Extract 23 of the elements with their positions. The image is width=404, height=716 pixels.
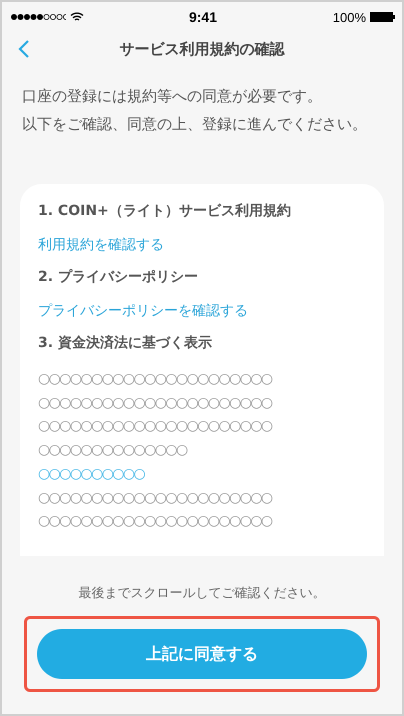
signal-icon	[10, 13, 66, 21]
back-icon[interactable]	[18, 39, 30, 59]
confirm-link[interactable]: プライバシーポリシーを確認する	[38, 302, 368, 320]
battery-icon	[370, 12, 396, 22]
status-time: 9:41	[188, 9, 218, 25]
section-heading: 3. 資金決済法に基づく表示	[38, 334, 213, 352]
battery-percent: 100%	[332, 10, 366, 24]
section-heading: 1. COIN+（ライト）サービス利用規約	[38, 202, 292, 220]
placeholder-text: ○○○○○○○○○○○○○○	[38, 441, 188, 460]
scroll-note: 最後までスクロールしてご確認ください。	[78, 585, 326, 603]
placeholder-text: ○○○○○○○○○○○○○○○○○○○○○○	[38, 488, 274, 508]
wifi-icon	[70, 12, 84, 22]
placeholder-text: ○○○○○○○○○○○○○○○○○○○○○○	[38, 394, 274, 413]
placeholder-link[interactable]: ○○○○○○○○○○	[38, 462, 368, 487]
agree-button[interactable]: 上記に同意する	[37, 629, 367, 679]
confirm-link[interactable]: 利用規約を確認する	[38, 236, 368, 254]
placeholder-text: ○○○○○○○○○○○○○○○○○○○○○○	[38, 370, 274, 389]
intro-text: 以下をご確認、同意の上、登録に進んでください。	[22, 114, 368, 135]
section-heading: 2. プライバシーポリシー	[38, 268, 199, 286]
placeholder-text: ○○○○○○○○○○○○○○○○○○○○○○	[38, 417, 274, 436]
page-title: サービス利用規約の確認	[120, 40, 284, 58]
placeholder-text: ○○○○○○○○○○○○○○○○○○○○○○	[38, 512, 274, 532]
intro-text: 口座の登録には規約等への同意が必要です。	[22, 86, 323, 107]
